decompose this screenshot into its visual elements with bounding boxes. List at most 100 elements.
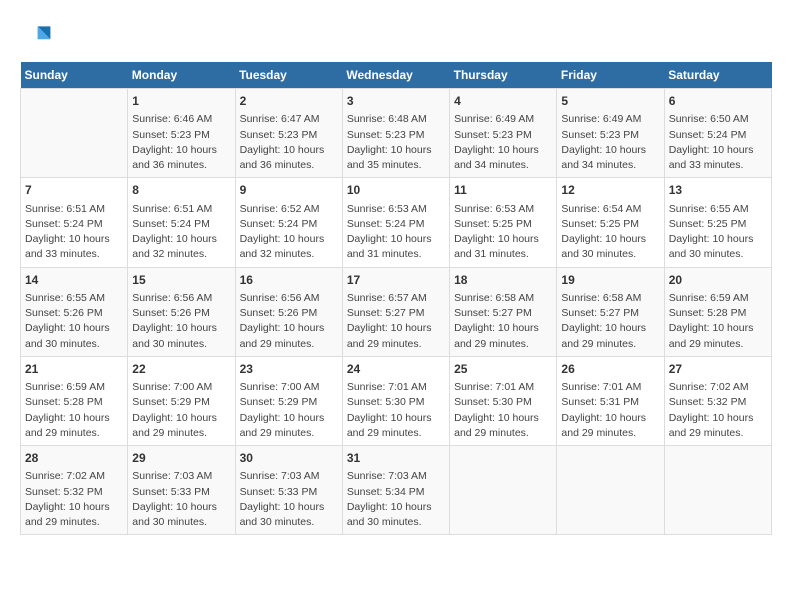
calendar-cell (664, 446, 771, 535)
day-number: 30 (240, 450, 338, 467)
calendar-cell: 8 Sunrise: 6:51 AM Sunset: 5:24 PM Daylig… (128, 178, 235, 267)
day-info: Sunrise: 7:03 AM Sunset: 5:33 PM Dayligh… (132, 469, 230, 530)
day-number: 19 (561, 272, 659, 289)
calendar-cell: 31 Sunrise: 7:03 AM Sunset: 5:34 PM Dayli… (342, 446, 449, 535)
day-info: Sunrise: 6:52 AM Sunset: 5:24 PM Dayligh… (240, 202, 338, 263)
day-info: Sunrise: 7:03 AM Sunset: 5:34 PM Dayligh… (347, 469, 445, 530)
day-info: Sunrise: 6:57 AM Sunset: 5:27 PM Dayligh… (347, 291, 445, 352)
day-number: 25 (454, 361, 552, 378)
day-info: Sunrise: 6:59 AM Sunset: 5:28 PM Dayligh… (25, 380, 123, 441)
day-number: 17 (347, 272, 445, 289)
day-number: 2 (240, 93, 338, 110)
calendar-cell: 19Sunrise: 6:58 AM Sunset: 5:27 PM Dayli… (557, 267, 664, 356)
calendar-cell: 9 Sunrise: 6:52 AM Sunset: 5:24 PM Daylig… (235, 178, 342, 267)
day-info: Sunrise: 6:48 AM Sunset: 5:23 PM Dayligh… (347, 112, 445, 173)
day-info: Sunrise: 6:55 AM Sunset: 5:25 PM Dayligh… (669, 202, 767, 263)
day-number: 27 (669, 361, 767, 378)
calendar-week-row: 14 Sunrise: 6:55 AM Sunset: 5:26 PM Dayli… (21, 267, 772, 356)
day-number: 13 (669, 182, 767, 199)
calendar-cell (450, 446, 557, 535)
calendar-cell: 21 Sunrise: 6:59 AM Sunset: 5:28 PM Dayli… (21, 356, 128, 445)
day-info: Sunrise: 6:53 AM Sunset: 5:24 PM Dayligh… (347, 202, 445, 263)
day-info: Sunrise: 6:53 AM Sunset: 5:25 PM Dayligh… (454, 202, 552, 263)
calendar-cell: 11 Sunrise: 6:53 AM Sunset: 5:25 PM Dayli… (450, 178, 557, 267)
day-info: Sunrise: 7:00 AM Sunset: 5:29 PM Dayligh… (132, 380, 230, 441)
day-number: 29 (132, 450, 230, 467)
calendar-cell: 15 Sunrise: 6:56 AM Sunset: 5:26 PM Dayli… (128, 267, 235, 356)
day-info: Sunrise: 7:01 AM Sunset: 5:30 PM Dayligh… (347, 380, 445, 441)
day-info: Sunrise: 7:02 AM Sunset: 5:32 PM Dayligh… (25, 469, 123, 530)
calendar-week-row: 28 Sunrise: 7:02 AM Sunset: 5:32 PM Dayli… (21, 446, 772, 535)
page-header (20, 20, 772, 52)
logo (20, 20, 56, 52)
calendar-cell (21, 89, 128, 178)
day-number: 15 (132, 272, 230, 289)
day-number: 9 (240, 182, 338, 199)
day-info: Sunrise: 6:58 AM Sunset: 5:27 PM Dayligh… (454, 291, 552, 352)
logo-icon (20, 20, 52, 52)
weekday-header-tuesday: Tuesday (235, 62, 342, 89)
day-info: Sunrise: 7:03 AM Sunset: 5:33 PM Dayligh… (240, 469, 338, 530)
calendar-cell: 13 Sunrise: 6:55 AM Sunset: 5:25 PM Dayli… (664, 178, 771, 267)
calendar-cell: 26 Sunrise: 7:01 AM Sunset: 5:31 PM Dayli… (557, 356, 664, 445)
weekday-header-row: SundayMondayTuesdayWednesdayThursdayFrid… (21, 62, 772, 89)
day-number: 23 (240, 361, 338, 378)
day-number: 1 (132, 93, 230, 110)
calendar-cell: 27Sunrise: 7:02 AM Sunset: 5:32 PM Dayli… (664, 356, 771, 445)
day-number: 14 (25, 272, 123, 289)
calendar-cell: 30 Sunrise: 7:03 AM Sunset: 5:33 PM Dayli… (235, 446, 342, 535)
calendar-cell: 4Sunrise: 6:49 AM Sunset: 5:23 PM Daylig… (450, 89, 557, 178)
calendar-cell: 20 Sunrise: 6:59 AM Sunset: 5:28 PM Dayli… (664, 267, 771, 356)
day-info: Sunrise: 6:49 AM Sunset: 5:23 PM Dayligh… (454, 112, 552, 173)
calendar-cell (557, 446, 664, 535)
day-info: Sunrise: 6:56 AM Sunset: 5:26 PM Dayligh… (132, 291, 230, 352)
calendar-cell: 22Sunrise: 7:00 AM Sunset: 5:29 PM Dayli… (128, 356, 235, 445)
calendar-cell: 29 Sunrise: 7:03 AM Sunset: 5:33 PM Dayli… (128, 446, 235, 535)
day-info: Sunrise: 6:50 AM Sunset: 5:24 PM Dayligh… (669, 112, 767, 173)
day-info: Sunrise: 6:54 AM Sunset: 5:25 PM Dayligh… (561, 202, 659, 263)
calendar-week-row: 21 Sunrise: 6:59 AM Sunset: 5:28 PM Dayli… (21, 356, 772, 445)
day-number: 20 (669, 272, 767, 289)
day-info: Sunrise: 7:01 AM Sunset: 5:30 PM Dayligh… (454, 380, 552, 441)
calendar-cell: 17 Sunrise: 6:57 AM Sunset: 5:27 PM Dayli… (342, 267, 449, 356)
day-number: 24 (347, 361, 445, 378)
day-number: 6 (669, 93, 767, 110)
calendar-cell: 3Sunrise: 6:48 AM Sunset: 5:23 PM Daylig… (342, 89, 449, 178)
day-info: Sunrise: 6:49 AM Sunset: 5:23 PM Dayligh… (561, 112, 659, 173)
calendar-cell: 5 Sunrise: 6:49 AM Sunset: 5:23 PM Daylig… (557, 89, 664, 178)
calendar-cell: 10Sunrise: 6:53 AM Sunset: 5:24 PM Dayli… (342, 178, 449, 267)
day-info: Sunrise: 6:56 AM Sunset: 5:26 PM Dayligh… (240, 291, 338, 352)
day-number: 7 (25, 182, 123, 199)
calendar-cell: 28 Sunrise: 7:02 AM Sunset: 5:32 PM Dayli… (21, 446, 128, 535)
calendar-cell: 7Sunrise: 6:51 AM Sunset: 5:24 PM Daylig… (21, 178, 128, 267)
calendar-cell: 6 Sunrise: 6:50 AM Sunset: 5:24 PM Daylig… (664, 89, 771, 178)
calendar-cell: 12 Sunrise: 6:54 AM Sunset: 5:25 PM Dayli… (557, 178, 664, 267)
day-info: Sunrise: 6:46 AM Sunset: 5:23 PM Dayligh… (132, 112, 230, 173)
calendar-cell: 25 Sunrise: 7:01 AM Sunset: 5:30 PM Dayli… (450, 356, 557, 445)
calendar-table: SundayMondayTuesdayWednesdayThursdayFrid… (20, 62, 772, 535)
day-number: 8 (132, 182, 230, 199)
day-number: 28 (25, 450, 123, 467)
day-info: Sunrise: 7:00 AM Sunset: 5:29 PM Dayligh… (240, 380, 338, 441)
weekday-header-thursday: Thursday (450, 62, 557, 89)
day-number: 12 (561, 182, 659, 199)
day-number: 5 (561, 93, 659, 110)
calendar-cell: 23 Sunrise: 7:00 AM Sunset: 5:29 PM Dayli… (235, 356, 342, 445)
calendar-cell: 14 Sunrise: 6:55 AM Sunset: 5:26 PM Dayli… (21, 267, 128, 356)
day-info: Sunrise: 6:55 AM Sunset: 5:26 PM Dayligh… (25, 291, 123, 352)
day-number: 11 (454, 182, 552, 199)
day-number: 21 (25, 361, 123, 378)
day-info: Sunrise: 6:47 AM Sunset: 5:23 PM Dayligh… (240, 112, 338, 173)
day-number: 18 (454, 272, 552, 289)
calendar-cell: 2 Sunrise: 6:47 AM Sunset: 5:23 PM Daylig… (235, 89, 342, 178)
day-info: Sunrise: 6:59 AM Sunset: 5:28 PM Dayligh… (669, 291, 767, 352)
day-number: 31 (347, 450, 445, 467)
day-info: Sunrise: 6:51 AM Sunset: 5:24 PM Dayligh… (132, 202, 230, 263)
calendar-week-row: 7 Sunrise: 6:51 AM Sunset: 5:24 PM Daylig… (21, 178, 772, 267)
calendar-cell: 16Sunrise: 6:56 AM Sunset: 5:26 PM Dayli… (235, 267, 342, 356)
day-info: Sunrise: 7:01 AM Sunset: 5:31 PM Dayligh… (561, 380, 659, 441)
weekday-header-sunday: Sunday (21, 62, 128, 89)
calendar-cell: 18 Sunrise: 6:58 AM Sunset: 5:27 PM Dayli… (450, 267, 557, 356)
calendar-cell: 1 Sunrise: 6:46 AM Sunset: 5:23 PM Daylig… (128, 89, 235, 178)
day-number: 26 (561, 361, 659, 378)
